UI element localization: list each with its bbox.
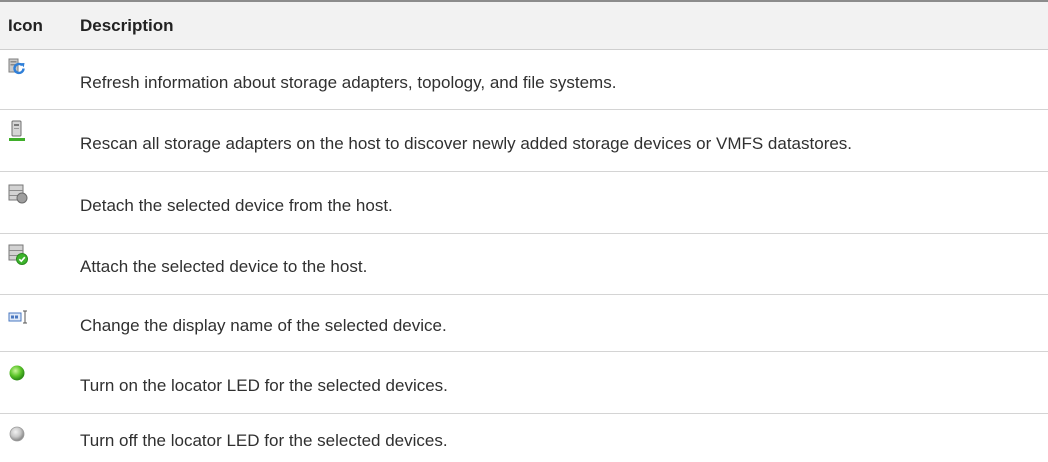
icon-description-table: Icon Description Refresh information abo… (0, 0, 1048, 462)
row-description: Attach the selected device to the host. (80, 257, 368, 276)
icon-cell (0, 295, 80, 351)
rename-device-icon (8, 310, 27, 324)
row-description: Refresh information about storage adapte… (80, 72, 617, 92)
icon-cell (0, 172, 80, 233)
table-row: Turn off the locator LED for the selecte… (0, 414, 1048, 462)
icon-cell (0, 50, 80, 109)
table-header: Icon Description (0, 2, 1048, 50)
refresh-icon (8, 58, 25, 75)
header-icon-column: Icon (8, 15, 43, 35)
row-description: Detach the selected device from the host… (80, 195, 393, 215)
table-row: Turn on the locator LED for the selected… (0, 352, 1048, 414)
icon-cell (0, 110, 80, 171)
table-row: Detach the selected device from the host… (0, 172, 1048, 234)
row-description: Change the display name of the selected … (80, 316, 447, 335)
led-off-icon (9, 426, 25, 442)
led-on-icon (9, 365, 25, 381)
icon-cell (0, 414, 80, 462)
row-description: Turn off the locator LED for the selecte… (80, 431, 448, 450)
table-row: Rescan all storage adapters on the host … (0, 110, 1048, 172)
table-row: Attach the selected device to the host. (0, 234, 1048, 295)
table-row: Refresh information about storage adapte… (0, 50, 1048, 110)
table-row: Change the display name of the selected … (0, 295, 1048, 352)
row-description: Turn on the locator LED for the selected… (80, 375, 448, 395)
icon-cell (0, 234, 80, 294)
row-description: Rescan all storage adapters on the host … (80, 133, 853, 153)
attach-device-icon (8, 244, 28, 265)
header-description-column: Description (80, 15, 174, 35)
rescan-storage-icon (9, 120, 25, 141)
detach-device-icon (8, 184, 28, 204)
icon-cell (0, 352, 80, 413)
